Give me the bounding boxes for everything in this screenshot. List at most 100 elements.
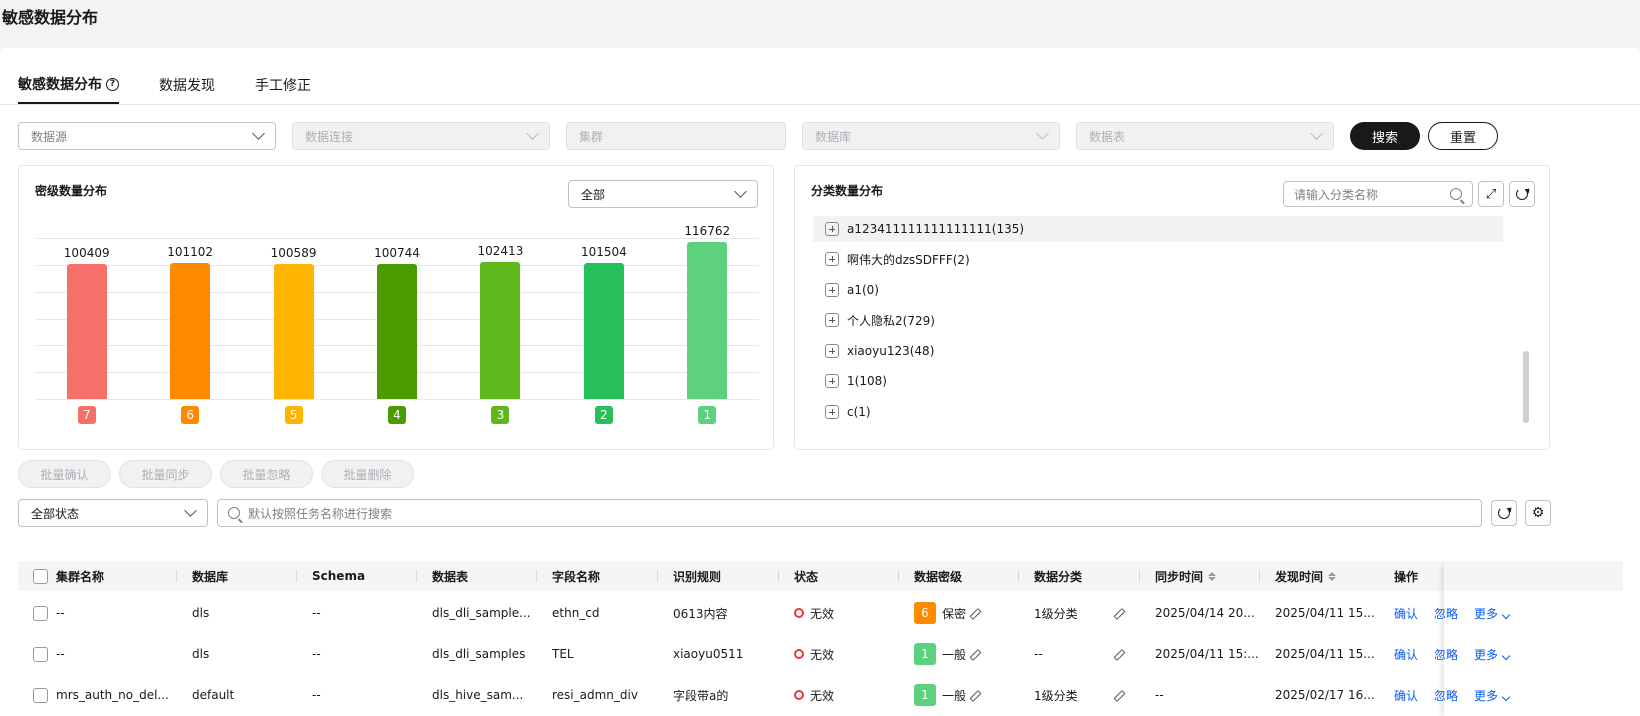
expand-plus-icon[interactable]	[825, 222, 839, 236]
expand-button[interactable]: ⤢	[1478, 181, 1504, 207]
cell-schema: --	[312, 647, 321, 661]
chart-data-label: 100589	[270, 246, 317, 261]
sort-icon[interactable]	[1208, 571, 1217, 581]
tab-label: 手工修正	[255, 78, 311, 94]
expand-plus-icon[interactable]	[825, 405, 839, 419]
col-separator	[296, 570, 297, 582]
expand-plus-icon[interactable]	[825, 344, 839, 358]
level-filter-select[interactable]: 全部	[568, 180, 758, 208]
tree-item[interactable]: c(1)	[813, 399, 1503, 425]
col-rule: 识别规则	[673, 569, 722, 584]
edit-icon[interactable]	[1115, 649, 1125, 659]
cell-database: dls	[192, 606, 210, 620]
chart-bar[interactable]	[170, 263, 211, 399]
confirm-link[interactable]: 确认	[1394, 646, 1418, 663]
chart-data-label: 101102	[167, 245, 214, 260]
row-checkbox-cell	[23, 674, 48, 716]
tab-bar: 敏感数据分布 ? 数据发现 手工修正	[18, 76, 351, 104]
chart-gridline	[35, 399, 759, 400]
tree-item-label: a123411111111111111(135)	[847, 222, 1025, 236]
level-distribution-card: 密级数量分布 全部 100409 7 101102 6 100589 5 100744 4 10…	[18, 165, 774, 450]
chart-category-label: 7	[77, 406, 96, 424]
tree-item[interactable]: xiaoyu123(48)	[813, 338, 1503, 364]
cell-database: dls	[192, 647, 210, 661]
batch-delete-button[interactable]: 批量删除	[321, 460, 414, 488]
ignore-link[interactable]: 忽略	[1434, 646, 1458, 663]
col-separator	[1139, 570, 1140, 582]
level-filter-value: 全部	[581, 187, 606, 202]
chart-bar[interactable]	[273, 264, 314, 399]
confirm-link[interactable]: 确认	[1394, 605, 1418, 622]
datasource-select[interactable]: 数据源	[18, 122, 276, 150]
chart-bar[interactable]	[583, 262, 624, 399]
chart-category-label: 3	[491, 406, 510, 424]
edit-icon[interactable]	[971, 690, 981, 700]
class-card-title: 分类数量分布	[811, 184, 884, 198]
table-refresh-button[interactable]	[1491, 500, 1517, 526]
expand-plus-icon[interactable]	[825, 283, 839, 297]
cell-rule: 0613内容	[673, 606, 728, 621]
cell-sync-time: 2025/04/11 15:...	[1155, 647, 1259, 661]
chart-bar[interactable]	[66, 264, 107, 399]
chart-category-label: 2	[594, 406, 613, 424]
edit-icon[interactable]	[971, 608, 981, 618]
more-link[interactable]: 更多	[1474, 646, 1511, 663]
table-row: mrs_auth_no_del... default -- dls_hive_sam.…	[18, 674, 1623, 716]
col-sync-time[interactable]: 同步时间	[1145, 561, 1217, 591]
cell-cluster: mrs_auth_no_del...	[56, 688, 169, 702]
col-schema: Schema	[312, 569, 366, 583]
page-title: 敏感数据分布	[2, 8, 99, 27]
chart-category-label: 5	[284, 406, 303, 424]
help-icon[interactable]: ?	[106, 77, 119, 91]
status-text: 无效	[810, 688, 835, 703]
tree-item-label: a1(0)	[847, 283, 879, 297]
chart-bar[interactable]	[480, 261, 521, 399]
reset-button[interactable]: 重置	[1428, 122, 1498, 150]
expand-plus-icon[interactable]	[825, 313, 839, 327]
tree-item[interactable]: 个人隐私2(729)	[813, 307, 1503, 333]
datasource-placeholder: 数据源	[31, 129, 68, 144]
ignore-link[interactable]: 忽略	[1434, 605, 1458, 622]
expand-plus-icon[interactable]	[825, 374, 839, 388]
search-button[interactable]: 搜索	[1350, 122, 1420, 150]
ignore-link[interactable]: 忽略	[1434, 687, 1458, 704]
task-search-input[interactable]: 默认按照任务名称进行搜索	[217, 499, 1482, 527]
tree-item[interactable]: 1(108)	[813, 368, 1503, 394]
edit-icon[interactable]	[1115, 608, 1125, 618]
more-link[interactable]: 更多	[1474, 605, 1511, 622]
more-label: 更多	[1474, 606, 1499, 621]
tab-data-discovery[interactable]: 数据发现	[159, 76, 215, 104]
tab-divider	[0, 104, 1640, 105]
batch-confirm-button[interactable]: 批量确认	[18, 460, 111, 488]
col-separator	[778, 570, 779, 582]
cell-table: dls_dli_samples	[432, 647, 526, 661]
edit-icon[interactable]	[1115, 690, 1125, 700]
batch-ignore-button[interactable]: 批量忽略	[220, 460, 313, 488]
cell-database: default	[192, 688, 235, 702]
more-link[interactable]: 更多	[1474, 687, 1511, 704]
tree-item[interactable]: a1(0)	[813, 277, 1503, 303]
sort-icon[interactable]	[1328, 571, 1337, 581]
chart-bar[interactable]	[377, 263, 417, 399]
cluster-input: 集群	[566, 122, 786, 150]
cell-field: ethn_cd	[552, 606, 600, 620]
scrollbar-thumb[interactable]	[1523, 351, 1529, 423]
refresh-button[interactable]	[1509, 181, 1535, 207]
tab-sensitive-distribution[interactable]: 敏感数据分布 ?	[18, 76, 119, 104]
class-search-input[interactable]: 请输入分类名称	[1283, 181, 1473, 207]
chart-bar[interactable]	[687, 242, 728, 399]
cell-cluster: --	[56, 606, 65, 620]
confirm-link[interactable]: 确认	[1394, 687, 1418, 704]
tree-item[interactable]: 啊伟大的dzsSDFFF(2)	[813, 246, 1503, 272]
status-select[interactable]: 全部状态	[18, 499, 208, 527]
col-found-time[interactable]: 发现时间	[1265, 561, 1337, 591]
edit-icon[interactable]	[971, 649, 981, 659]
tree-item[interactable]: a123411111111111111(135)	[813, 216, 1503, 242]
search-icon[interactable]	[1450, 188, 1462, 200]
level-name: 一般	[942, 688, 967, 703]
batch-sync-button[interactable]: 批量同步	[119, 460, 212, 488]
col-actions: 操作	[1394, 569, 1419, 584]
table-settings-button[interactable]: ⚙	[1525, 500, 1551, 526]
tab-manual-correction[interactable]: 手工修正	[255, 76, 311, 104]
expand-plus-icon[interactable]	[825, 252, 839, 266]
